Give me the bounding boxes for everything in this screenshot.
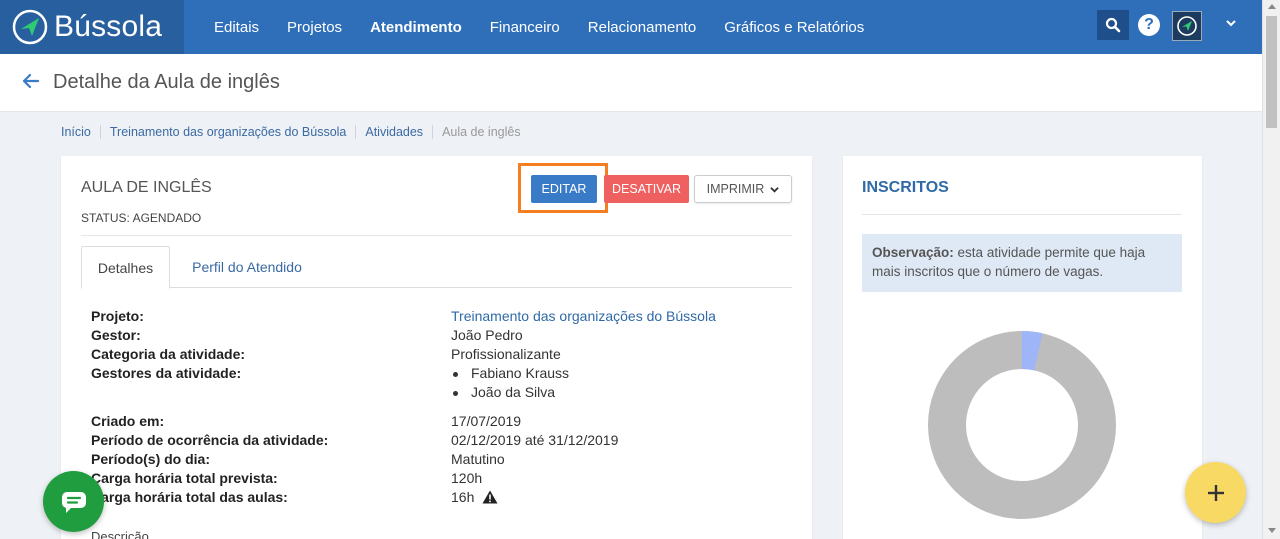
- scroll-up-arrow-icon[interactable]: [1268, 4, 1276, 9]
- list-item: Fabiano Krauss: [471, 365, 570, 381]
- compass-avatar-icon: [1177, 16, 1197, 36]
- bullet-icon: [453, 372, 458, 377]
- detail-label: Criado em:: [91, 413, 165, 429]
- chat-bubble-icon: [61, 491, 86, 513]
- detail-value: 16h: [451, 489, 475, 505]
- donut-ring-main: [928, 331, 1116, 519]
- detail-row-gestores-2: João da Silva: [91, 384, 791, 403]
- nav-item-financeiro[interactable]: Financeiro: [490, 19, 560, 36]
- nav-item-graficos-relatorios[interactable]: Gráficos e Relatórios: [724, 19, 864, 36]
- help-icon[interactable]: ?: [1138, 14, 1160, 36]
- compass-logo-icon: [12, 9, 48, 45]
- page-header: Detalhe da Aula de inglês: [0, 54, 1262, 112]
- nav-item-editais[interactable]: Editais: [214, 19, 259, 36]
- detail-tabs: Detalhes Perfil do Atendido: [81, 246, 792, 289]
- detail-value: 120h: [451, 470, 483, 486]
- breadcrumb-item-project[interactable]: Treinamento das organizações do Bússola: [110, 125, 346, 139]
- add-button[interactable]: [1185, 462, 1246, 523]
- detail-row-carga-aulas: Carga horária total das aulas: 16h: [91, 489, 791, 508]
- brand-name: Bússola: [54, 10, 163, 43]
- detail-row-gestor: Gestor: João Pedro: [91, 327, 791, 346]
- nav-item-atendimento[interactable]: Atendimento: [370, 19, 462, 36]
- detail-value: 02/12/2019 até 31/12/2019: [451, 432, 619, 448]
- detail-value: 17/07/2019: [451, 413, 522, 429]
- detail-row-carga-prevista: Carga horária total prevista: 120h: [91, 470, 791, 489]
- nav-item-projetos[interactable]: Projetos: [287, 19, 342, 36]
- observation-note: Observação: esta atividade permite que h…: [862, 234, 1182, 292]
- inscritos-card: INSCRITOS Observação: esta atividade per…: [843, 156, 1202, 539]
- breadcrumb-separator: [355, 125, 357, 139]
- detail-label: Projeto:: [91, 308, 144, 324]
- detail-value: Matutino: [451, 451, 505, 467]
- scroll-thumb[interactable]: [1266, 16, 1277, 128]
- search-icon: [1105, 17, 1121, 33]
- nav-item-relacionamento[interactable]: Relacionamento: [588, 19, 696, 36]
- print-button-label: IMPRIMIR: [706, 182, 765, 196]
- inscritos-title: INSCRITOS: [862, 179, 949, 196]
- detail-label: Período(s) do dia:: [91, 451, 210, 467]
- page-title: Detalhe da Aula de inglês: [53, 71, 280, 93]
- detail-row-periodo-ocorrencia: Período de ocorrência da atividade: 02/1…: [91, 432, 791, 451]
- detail-label: Gestor:: [91, 327, 141, 343]
- tab-perfil-atendido[interactable]: Perfil do Atendido: [170, 246, 324, 288]
- top-nav-bar: Bússola Editais Projetos Atendimento Fin…: [0, 0, 1262, 54]
- detail-row-criado: Criado em: 17/07/2019: [91, 413, 791, 432]
- inscritos-donut-chart: [928, 331, 1116, 519]
- breadcrumb-separator: [432, 125, 434, 139]
- project-link[interactable]: Treinamento das organizações do Bússola: [451, 308, 716, 324]
- breadcrumb-item-inicio[interactable]: Início: [61, 125, 91, 139]
- detail-label: Gestores da atividade:: [91, 365, 242, 381]
- chevron-down-icon: [770, 186, 780, 193]
- chevron-down-icon[interactable]: [1226, 18, 1236, 28]
- activity-title: AULA DE INGLÊS: [81, 179, 212, 196]
- plus-icon: [1207, 484, 1224, 501]
- chat-button[interactable]: [43, 471, 104, 532]
- main-nav: Editais Projetos Atendimento Financeiro …: [200, 0, 878, 54]
- breadcrumb-separator: [99, 125, 101, 139]
- activity-detail-card: AULA DE INGLÊS STATUS: AGENDADO EDITAR D…: [61, 156, 812, 539]
- back-arrow-icon[interactable]: [22, 73, 40, 89]
- detail-row-categoria: Categoria da atividade: Profissionalizan…: [91, 346, 791, 365]
- deactivate-button[interactable]: DESATIVAR: [604, 175, 689, 203]
- warning-icon[interactable]: [482, 490, 498, 504]
- details-list: Projeto: Treinamento das organizações do…: [91, 308, 791, 508]
- breadcrumb-item-current: Aula de inglês: [442, 125, 521, 139]
- donut-slice-accent: [1021, 331, 1043, 371]
- detail-row-periodo-dia: Período(s) do dia: Matutino: [91, 451, 791, 470]
- inscritos-divider: [862, 214, 1182, 215]
- brand[interactable]: Bússola: [0, 0, 184, 54]
- breadcrumb-item-atividades[interactable]: Atividades: [365, 125, 423, 139]
- detail-label: Carga horária total prevista:: [91, 470, 278, 486]
- detail-label: Período de ocorrência da atividade:: [91, 432, 329, 448]
- page-scrollbar[interactable]: [1262, 0, 1280, 539]
- status-badge: STATUS: AGENDADO: [81, 211, 202, 225]
- list-item: João da Silva: [471, 384, 556, 400]
- detail-label: Carga horária total das aulas:: [91, 489, 288, 505]
- header-divider: [81, 235, 792, 236]
- bullet-icon: [453, 391, 458, 396]
- search-button[interactable]: [1097, 10, 1129, 40]
- avatar[interactable]: [1172, 11, 1202, 41]
- print-dropdown-button[interactable]: IMPRIMIR: [694, 175, 792, 203]
- detail-label: Categoria da atividade:: [91, 346, 246, 362]
- edit-button[interactable]: EDITAR: [531, 175, 597, 203]
- breadcrumb: Início Treinamento das organizações do B…: [61, 125, 521, 139]
- note-label: Observação:: [872, 245, 954, 260]
- description-label: Descrição: [91, 529, 149, 539]
- detail-value: Profissionalizante: [451, 346, 561, 362]
- detail-row-projeto: Projeto: Treinamento das organizações do…: [91, 308, 791, 327]
- scroll-down-arrow-icon[interactable]: [1268, 528, 1276, 533]
- detail-row-gestores: Gestores da atividade: Fabiano Krauss: [91, 365, 791, 384]
- tab-detalhes[interactable]: Detalhes: [81, 246, 170, 289]
- detail-value: João Pedro: [451, 327, 523, 343]
- detail-value-with-warning: 16h: [451, 489, 498, 505]
